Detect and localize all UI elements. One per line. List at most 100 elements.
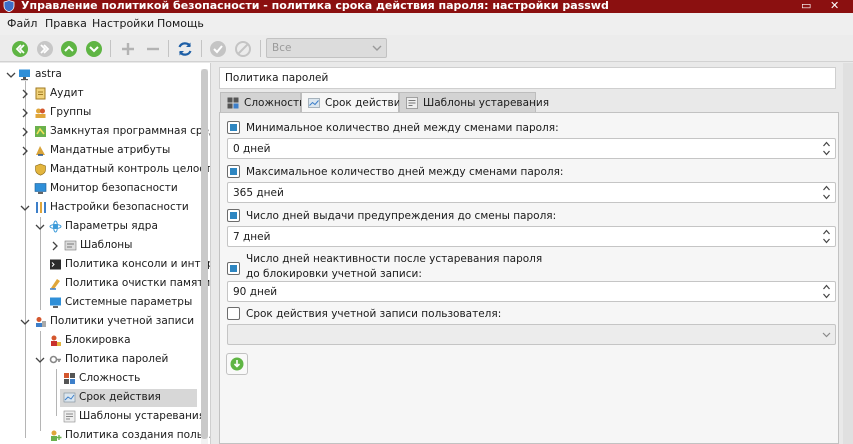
chevron-right-icon[interactable] xyxy=(20,145,30,157)
max-days-checkbox[interactable] xyxy=(227,165,240,178)
tree-item-account-policies[interactable]: Политики учетной записи xyxy=(20,313,200,331)
account-expiry-checkbox[interactable] xyxy=(227,307,240,320)
chevron-down-icon[interactable] xyxy=(822,326,831,343)
tree-item-aging-templates[interactable]: Шаблоны устаревания xyxy=(50,408,205,426)
templates-icon xyxy=(64,240,77,251)
warn-days-checkbox[interactable] xyxy=(227,209,240,222)
tree-item-groups[interactable]: Группы xyxy=(20,104,200,122)
filter-select[interactable]: Все xyxy=(266,38,387,58)
tab-label: Срок действия xyxy=(325,97,407,109)
add-button[interactable] xyxy=(226,353,248,375)
tree-item-audit[interactable]: Аудит xyxy=(20,85,200,103)
menu-bar: Файл Правка Настройки Помощь xyxy=(0,13,853,35)
tree-item-security-monitor[interactable]: Монитор безопасности xyxy=(20,180,200,198)
details-panel: Политика паролей Сложность Срок действия… xyxy=(215,63,853,444)
panel-scrollbar[interactable] xyxy=(843,63,853,444)
expiry-icon xyxy=(63,392,76,403)
download-icon xyxy=(230,357,244,371)
inactive-days-label-line2: до блокировки учетной записи: xyxy=(246,268,422,280)
title-bar: Управление политикой безопасности - поли… xyxy=(0,0,853,13)
navigation-tree: astra Аудит Группы Замкнутая программная… xyxy=(0,63,211,444)
tree-item-label: Срок действия xyxy=(79,391,161,403)
tab-aging-templates[interactable]: Шаблоны устаревания xyxy=(399,92,549,112)
chevron-down-icon[interactable] xyxy=(20,202,30,214)
restore-button[interactable]: ▭ xyxy=(801,0,811,12)
remove-icon[interactable] xyxy=(143,39,163,59)
tab-expiry[interactable]: Срок действия xyxy=(301,92,407,113)
settings-icon xyxy=(36,202,46,213)
aging-templates-icon xyxy=(63,410,76,423)
tree-scrollbar-thumb[interactable] xyxy=(201,69,208,439)
tree-item-lockout[interactable]: Блокировка xyxy=(35,332,200,350)
complexity-icon xyxy=(64,373,75,384)
menu-edit[interactable]: Правка xyxy=(45,17,87,30)
tab-label: Шаблоны устаревания xyxy=(423,97,550,109)
tree-item-label: Шаблоны устаревания xyxy=(79,410,206,422)
tree-item-security-settings[interactable]: Настройки безопасности xyxy=(20,199,200,217)
tree-item-complexity[interactable]: Сложность xyxy=(50,370,200,388)
toolbar: Все xyxy=(0,35,853,62)
tree-item-closed-env[interactable]: Замкнутая программная среда xyxy=(20,123,210,141)
chevron-right-icon[interactable] xyxy=(20,88,30,100)
menu-settings[interactable]: Настройки xyxy=(92,17,154,30)
lock-icon xyxy=(51,335,61,346)
max-days-label: Максимальное количество дней между смена… xyxy=(246,166,564,178)
chevron-down-icon[interactable] xyxy=(35,354,45,366)
max-days-stepper[interactable]: 365 дней xyxy=(227,182,836,203)
tree-scrollbar[interactable] xyxy=(201,69,208,444)
apply-icon[interactable] xyxy=(208,39,228,59)
chevron-right-icon[interactable] xyxy=(50,240,60,252)
min-days-checkbox[interactable] xyxy=(227,121,240,134)
chevron-down-icon[interactable] xyxy=(6,69,16,81)
refresh-icon[interactable] xyxy=(175,39,195,59)
tree-item-label: Монитор безопасности xyxy=(50,182,178,194)
tree-item-user-creation[interactable]: Политика создания польз... xyxy=(35,427,210,444)
password-policy-icon xyxy=(49,355,61,364)
chevron-right-icon[interactable] xyxy=(20,126,30,138)
security-monitor-icon xyxy=(34,183,47,194)
warn-days-value: 7 дней xyxy=(233,231,271,243)
tree-item-label: Шаблоны xyxy=(80,239,133,251)
close-button[interactable]: ✕ xyxy=(830,0,839,12)
menu-help[interactable]: Помощь xyxy=(157,17,204,30)
tab-complexity[interactable]: Сложность xyxy=(220,92,305,112)
back-icon[interactable] xyxy=(10,39,30,59)
tree-item-memory-policy[interactable]: Политика очистки памяти xyxy=(35,275,210,293)
inactive-days-value: 90 дней xyxy=(233,286,278,298)
menu-file[interactable]: Файл xyxy=(7,17,37,30)
chevron-down-icon[interactable] xyxy=(35,221,45,233)
tree-item-system-params[interactable]: Системные параметры xyxy=(35,294,200,312)
tree-item-console-policy[interactable]: Политика консоли и интер... xyxy=(35,256,210,274)
max-days-value: 365 дней xyxy=(233,187,284,199)
warn-days-stepper[interactable]: 7 дней xyxy=(227,226,836,247)
account-expiry-date-select[interactable] xyxy=(227,324,836,345)
forward-icon[interactable] xyxy=(35,39,55,59)
tree-item-label: Настройки безопасности xyxy=(50,201,189,213)
system-params-icon xyxy=(50,297,61,308)
inactive-days-stepper[interactable]: 90 дней xyxy=(227,281,836,302)
up-icon[interactable] xyxy=(59,39,79,59)
spin-arrows-icon[interactable] xyxy=(822,283,831,300)
down-icon[interactable] xyxy=(84,39,104,59)
chevron-right-icon[interactable] xyxy=(20,107,30,119)
cancel-icon[interactable] xyxy=(233,39,253,59)
chevron-down-icon[interactable] xyxy=(20,316,30,328)
spin-arrows-icon[interactable] xyxy=(822,140,831,157)
tree-item-label: Политика паролей xyxy=(65,353,169,365)
spin-arrows-icon[interactable] xyxy=(822,228,831,245)
complexity-icon xyxy=(227,97,239,109)
tree-item-mandatory-attrs[interactable]: Мандатные атрибуты xyxy=(20,142,200,160)
tree-item-label: Параметры ядра xyxy=(65,220,158,232)
tree-item-password-policy[interactable]: Политика паролей xyxy=(35,351,200,369)
inactive-days-checkbox[interactable] xyxy=(227,262,240,275)
add-icon[interactable] xyxy=(118,39,138,59)
tree-item-kernel-params[interactable]: Параметры ядра xyxy=(35,218,200,236)
window-title: Управление политикой безопасности - поли… xyxy=(21,0,609,12)
tree-item-expiry[interactable]: Срок действия xyxy=(60,389,197,407)
tab-bar: Сложность Срок действия Шаблоны устарева… xyxy=(219,92,839,113)
tree-item-integrity[interactable]: Мандатный контроль целост... xyxy=(20,161,210,179)
min-days-stepper[interactable]: 0 дней xyxy=(227,138,836,159)
tree-item-templates[interactable]: Шаблоны xyxy=(50,237,200,255)
spin-arrows-icon[interactable] xyxy=(822,184,831,201)
tree-item-astra[interactable]: astra xyxy=(4,66,199,84)
